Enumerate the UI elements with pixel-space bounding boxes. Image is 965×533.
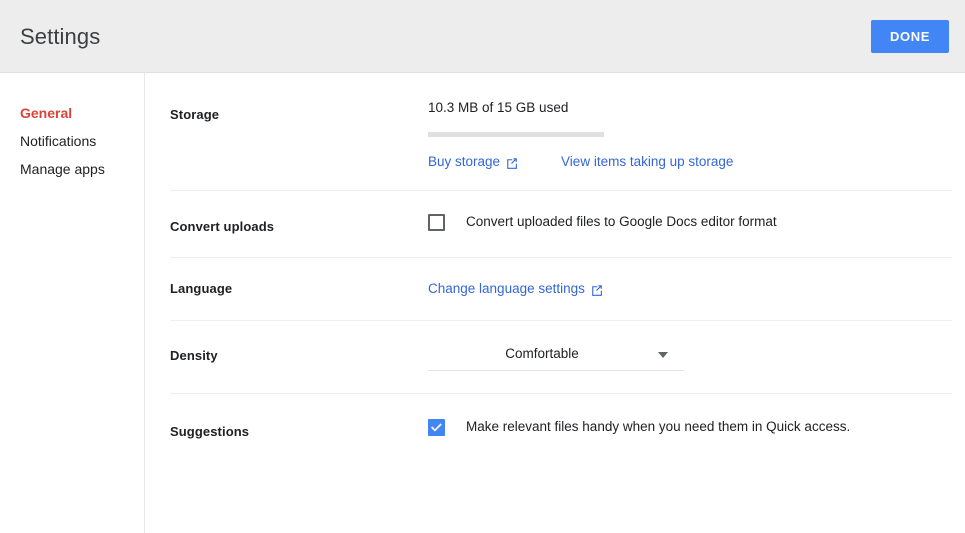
convert-uploads-checkbox-label: Convert uploaded files to Google Docs ed… <box>466 214 777 229</box>
change-language-settings-link[interactable]: Change language settings <box>428 281 603 296</box>
settings-header: Settings DONE <box>0 0 965 73</box>
storage-body: 10.3 MB of 15 GB used Buy storage View i… <box>428 99 952 169</box>
density-selected-value: Comfortable <box>505 346 579 361</box>
settings-body: General Notifications Manage apps Storag… <box>0 73 965 533</box>
suggestions-body: Make relevant files handy when you need … <box>428 418 952 436</box>
buy-storage-link[interactable]: Buy storage <box>428 154 518 169</box>
section-label-suggestions: Suggestions <box>170 424 250 439</box>
sidebar-item-notifications[interactable]: Notifications <box>0 127 144 155</box>
sidebar-item-manage-apps[interactable]: Manage apps <box>0 155 144 183</box>
view-items-storage-link[interactable]: View items taking up storage <box>561 154 733 169</box>
convert-uploads-checkbox[interactable] <box>428 213 445 231</box>
settings-content: Storage 10.3 MB of 15 GB used Buy storag… <box>145 73 965 533</box>
storage-links: Buy storage View items taking up storage <box>428 154 952 169</box>
settings-sidebar: General Notifications Manage apps <box>0 73 145 533</box>
section-suggestions: Suggestions Make relevant files handy wh… <box>170 394 952 461</box>
density-body: Comfortable <box>428 345 952 371</box>
storage-usage-bar <box>428 132 604 137</box>
suggestions-checkbox-label: Make relevant files handy when you need … <box>466 419 851 434</box>
section-storage: Storage 10.3 MB of 15 GB used Buy storag… <box>170 73 952 191</box>
convert-uploads-body: Convert uploaded files to Google Docs ed… <box>428 213 952 231</box>
language-body: Change language settings <box>428 280 952 298</box>
section-language: Language Change language settings <box>170 258 952 321</box>
section-label-convert-uploads: Convert uploads <box>170 219 275 234</box>
convert-uploads-checkrow: Convert uploaded files to Google Docs ed… <box>428 213 952 231</box>
sidebar-item-general[interactable]: General <box>0 99 144 127</box>
section-label-language: Language <box>170 281 233 296</box>
chevron-down-icon <box>658 352 668 358</box>
density-select[interactable]: Comfortable <box>428 345 684 371</box>
storage-used-text: 10.3 MB of 15 GB used <box>428 100 569 115</box>
suggestions-checkrow: Make relevant files handy when you need … <box>428 418 952 436</box>
section-density: Density Comfortable <box>170 321 952 394</box>
section-convert-uploads: Convert uploads Convert uploaded files t… <box>170 191 952 258</box>
page-title: Settings <box>20 24 101 49</box>
section-label-storage: Storage <box>170 107 220 122</box>
buy-storage-label: Buy storage <box>428 154 501 169</box>
external-link-icon <box>591 284 603 296</box>
done-button[interactable]: DONE <box>871 20 949 53</box>
section-label-density: Density <box>170 348 218 363</box>
change-language-settings-label: Change language settings <box>428 281 585 296</box>
suggestions-checkbox[interactable] <box>428 418 445 436</box>
external-link-icon <box>506 157 518 169</box>
